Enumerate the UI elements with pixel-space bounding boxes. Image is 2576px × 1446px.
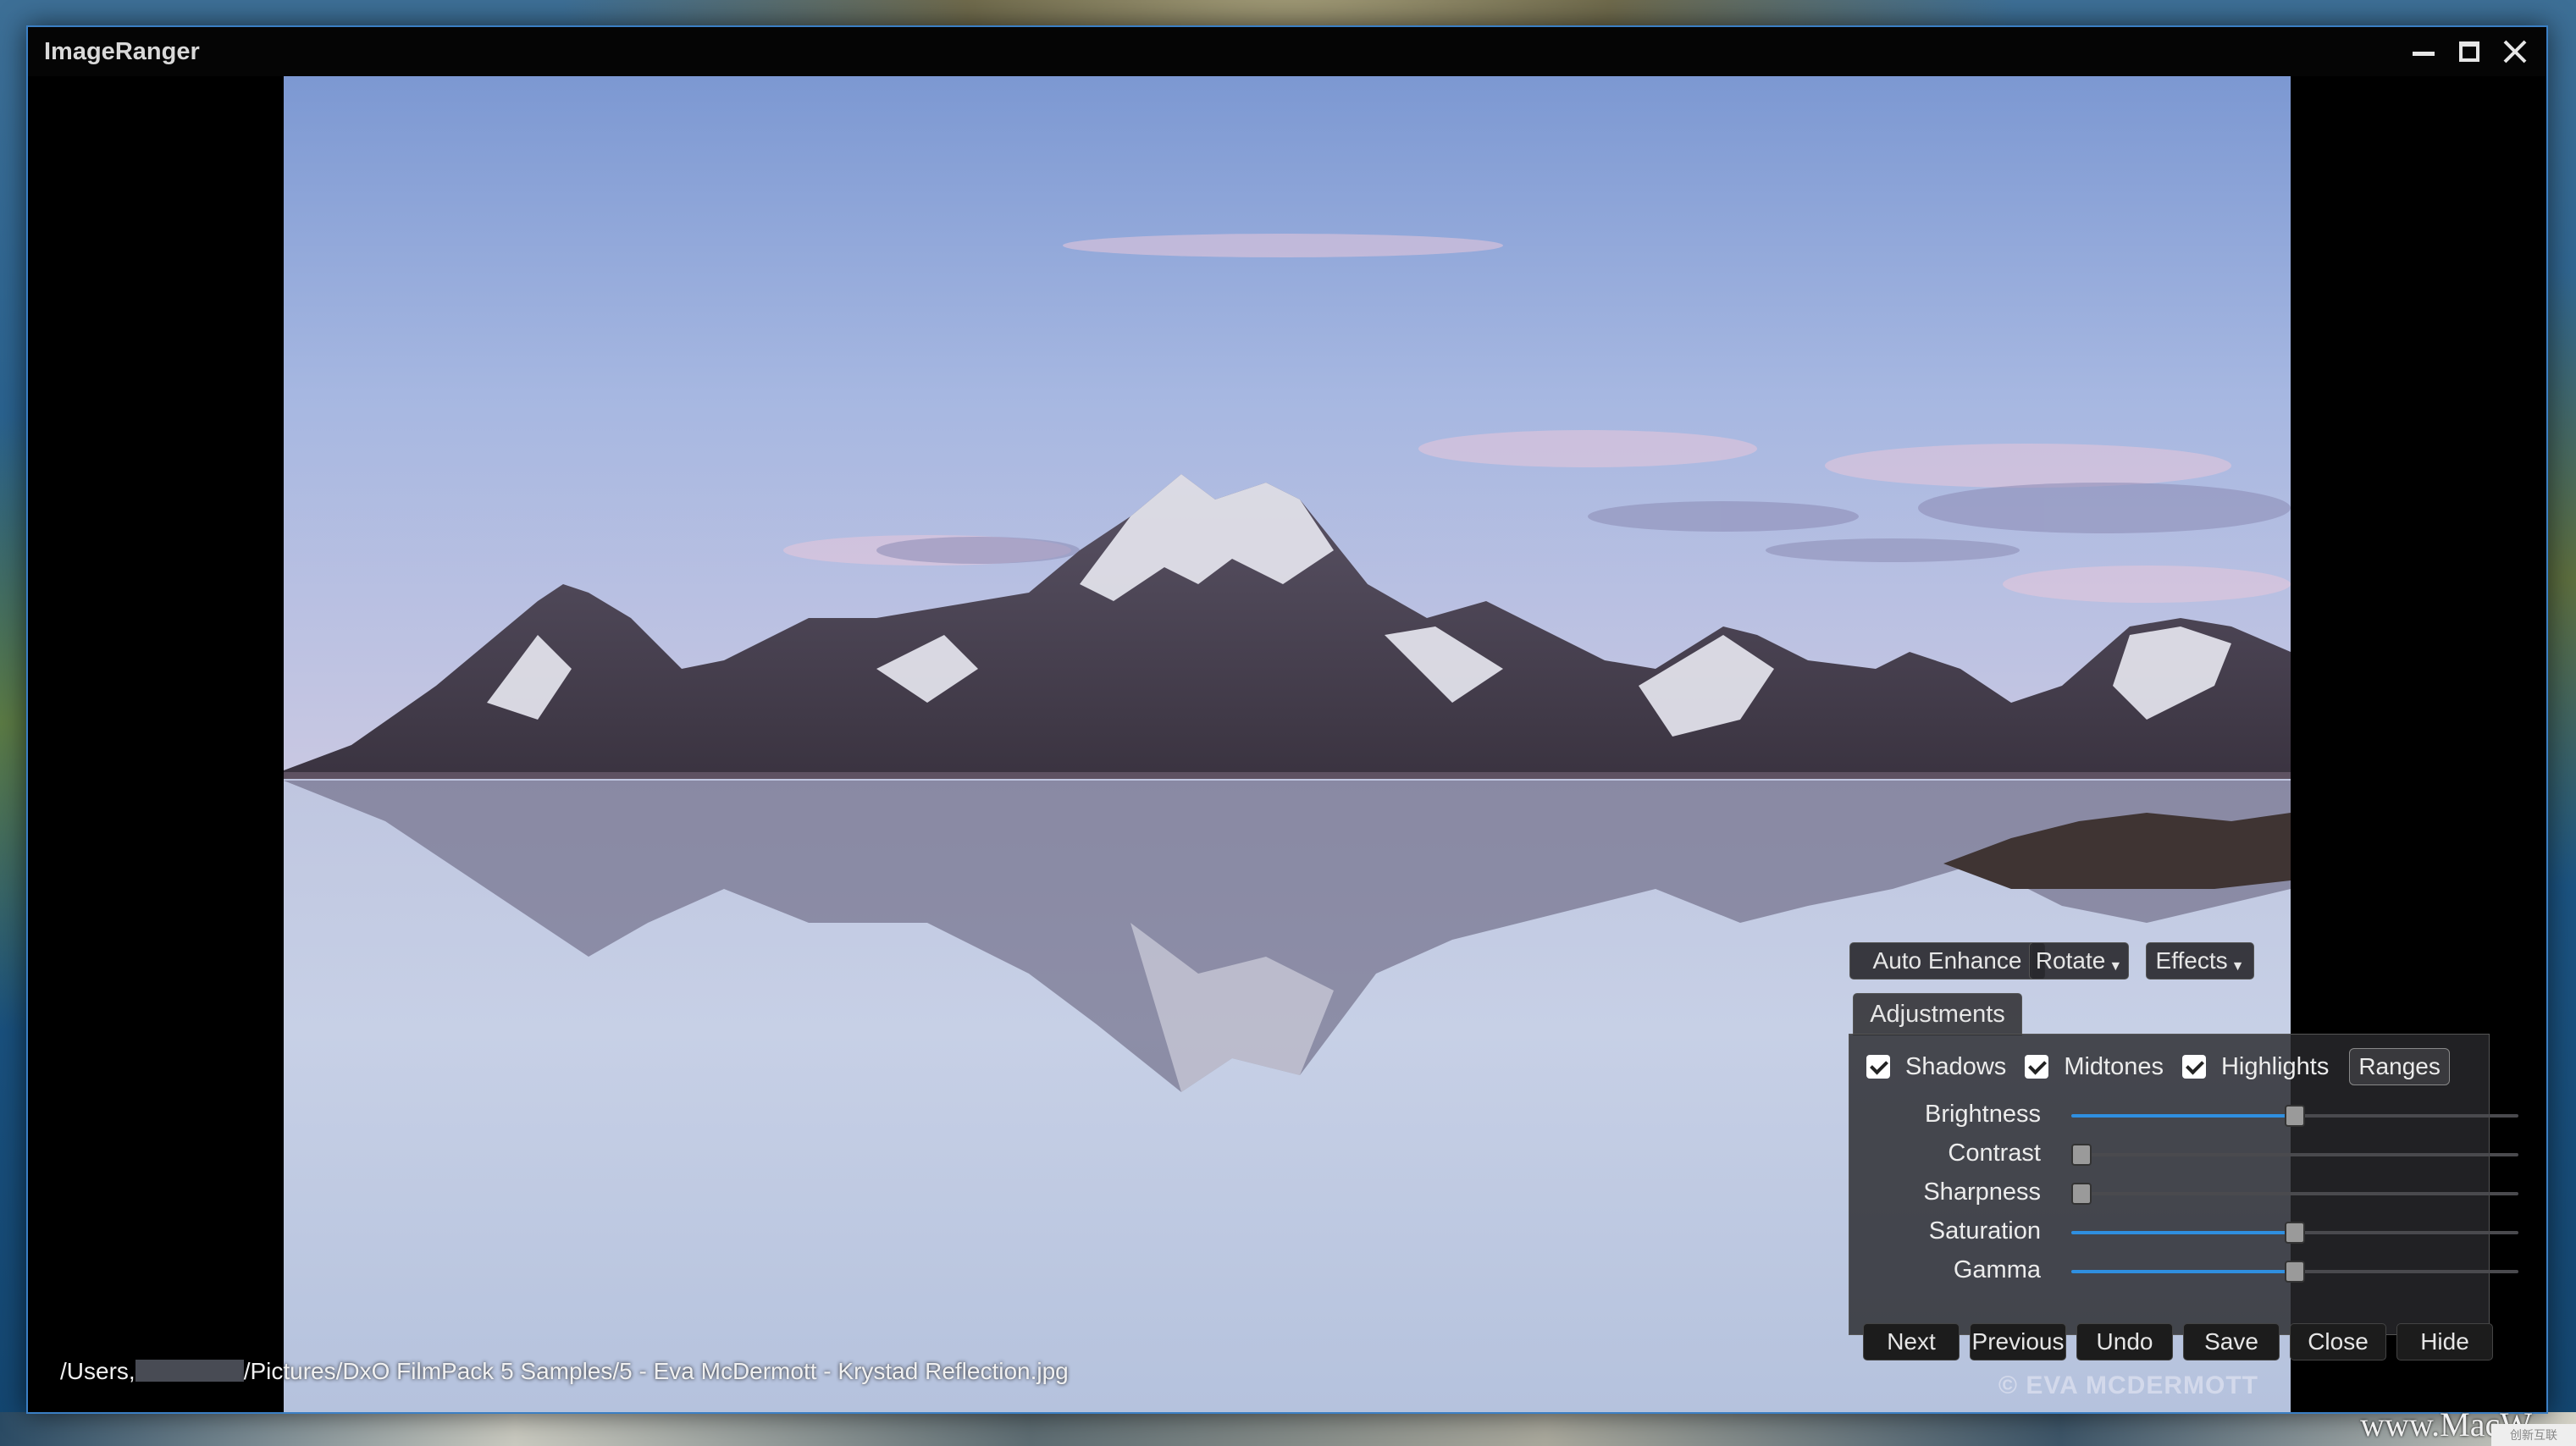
contrast-label: Contrast bbox=[1948, 1140, 2041, 1167]
next-label: Next bbox=[1887, 1328, 1936, 1355]
maximize-button[interactable] bbox=[2446, 29, 2492, 75]
gamma-label: Gamma bbox=[1953, 1256, 2041, 1283]
shadows-checkbox[interactable] bbox=[1866, 1055, 1890, 1079]
save-button[interactable]: Save bbox=[2183, 1323, 2280, 1360]
saturation-thumb[interactable] bbox=[2285, 1222, 2305, 1244]
imageranger-window: ImageRanger © EVA MCDERMOTT /Users, /Pic… bbox=[26, 25, 2548, 1414]
saturation-slider[interactable] bbox=[2071, 1222, 2518, 1244]
sharpness-thumb[interactable] bbox=[2071, 1183, 2092, 1205]
title-bar[interactable]: ImageRanger bbox=[28, 27, 2546, 76]
ranges-label: Ranges bbox=[2358, 1053, 2441, 1079]
corner-badge: 创新互联 bbox=[2491, 1424, 2576, 1446]
photo-watermark: © EVA MCDERMOTT bbox=[1998, 1371, 2258, 1399]
sharpness-slider-row: Sharpness bbox=[1849, 1173, 2518, 1212]
save-label: Save bbox=[2204, 1328, 2258, 1355]
ranges-button[interactable]: Ranges bbox=[2349, 1048, 2450, 1085]
hide-label: Hide bbox=[2420, 1328, 2469, 1355]
midtones-label: Midtones bbox=[2064, 1052, 2164, 1080]
effects-label: Effects bbox=[2155, 947, 2228, 974]
gamma-fill bbox=[2071, 1270, 2295, 1273]
close-button[interactable]: Close bbox=[2290, 1323, 2386, 1360]
hide-button[interactable]: Hide bbox=[2396, 1323, 2493, 1360]
rotate-label: Rotate bbox=[2035, 947, 2106, 974]
desktop-coastline bbox=[0, 1412, 2576, 1446]
highlights-checkbox[interactable] bbox=[2181, 1055, 2206, 1079]
brightness-slider-row: Brightness bbox=[1849, 1096, 2518, 1134]
auto-enhance-label: Auto Enhance bbox=[1872, 947, 2022, 974]
close-window-button[interactable] bbox=[2492, 29, 2538, 75]
saturation-slider-row: Saturation bbox=[1849, 1212, 2518, 1251]
contrast-thumb[interactable] bbox=[2071, 1144, 2092, 1166]
highlights-label: Highlights bbox=[2220, 1052, 2330, 1080]
redacted-username bbox=[135, 1360, 244, 1382]
close-label: Close bbox=[2308, 1328, 2369, 1355]
window-controls bbox=[2401, 27, 2538, 76]
maximize-icon bbox=[2459, 41, 2479, 62]
brightness-slider[interactable] bbox=[2071, 1105, 2518, 1127]
effects-button[interactable]: Effects ▼ bbox=[2146, 942, 2254, 980]
saturation-fill bbox=[2071, 1231, 2295, 1234]
sharpness-label: Sharpness bbox=[1923, 1178, 2041, 1206]
undo-button[interactable]: Undo bbox=[2076, 1323, 2173, 1360]
saturation-label: Saturation bbox=[1928, 1217, 2041, 1245]
file-path-suffix: /Pictures/DxO FilmPack 5 Samples/5 - Eva… bbox=[243, 1358, 1069, 1384]
close-icon bbox=[2503, 40, 2527, 63]
minimize-button[interactable] bbox=[2401, 29, 2446, 75]
brightness-fill bbox=[2071, 1114, 2295, 1118]
gamma-slider-row: Gamma bbox=[1849, 1251, 2518, 1290]
rotate-button[interactable]: Rotate ▼ bbox=[2029, 942, 2129, 980]
file-path: /Users, /Pictures/DxO FilmPack 5 Samples/… bbox=[60, 1358, 1069, 1385]
auto-enhance-button[interactable]: Auto Enhance bbox=[1849, 942, 2045, 980]
sharpness-slider[interactable] bbox=[2071, 1183, 2518, 1205]
previous-button[interactable]: Previous bbox=[1970, 1323, 2066, 1360]
previous-label: Previous bbox=[1971, 1328, 2065, 1355]
brightness-label: Brightness bbox=[1924, 1101, 2041, 1128]
file-path-prefix: /Users, bbox=[60, 1358, 135, 1384]
gamma-slider[interactable] bbox=[2071, 1261, 2518, 1283]
contrast-slider[interactable] bbox=[2071, 1144, 2518, 1166]
tab-adjustments[interactable]: Adjustments bbox=[1853, 993, 2022, 1035]
chevron-down-icon: ▼ bbox=[2109, 959, 2123, 974]
gamma-thumb[interactable] bbox=[2285, 1261, 2305, 1283]
undo-label: Undo bbox=[2096, 1328, 2153, 1355]
shadows-label: Shadows bbox=[1905, 1052, 2007, 1080]
tone-range-checks: Shadows Midtones Highlights Ranges bbox=[1866, 1046, 2450, 1087]
midtones-checkbox[interactable] bbox=[2025, 1055, 2049, 1079]
brightness-thumb[interactable] bbox=[2285, 1105, 2305, 1127]
contrast-slider-row: Contrast bbox=[1849, 1134, 2518, 1173]
next-button[interactable]: Next bbox=[1863, 1323, 1960, 1360]
tab-adjustments-label: Adjustments bbox=[1870, 1001, 2005, 1028]
window-title: ImageRanger bbox=[44, 37, 200, 65]
minimize-icon bbox=[2413, 51, 2435, 56]
adjustments-panel: Shadows Midtones Highlights Ranges Brigh… bbox=[1849, 1034, 2518, 1335]
chevron-down-icon: ▼ bbox=[2231, 959, 2245, 974]
